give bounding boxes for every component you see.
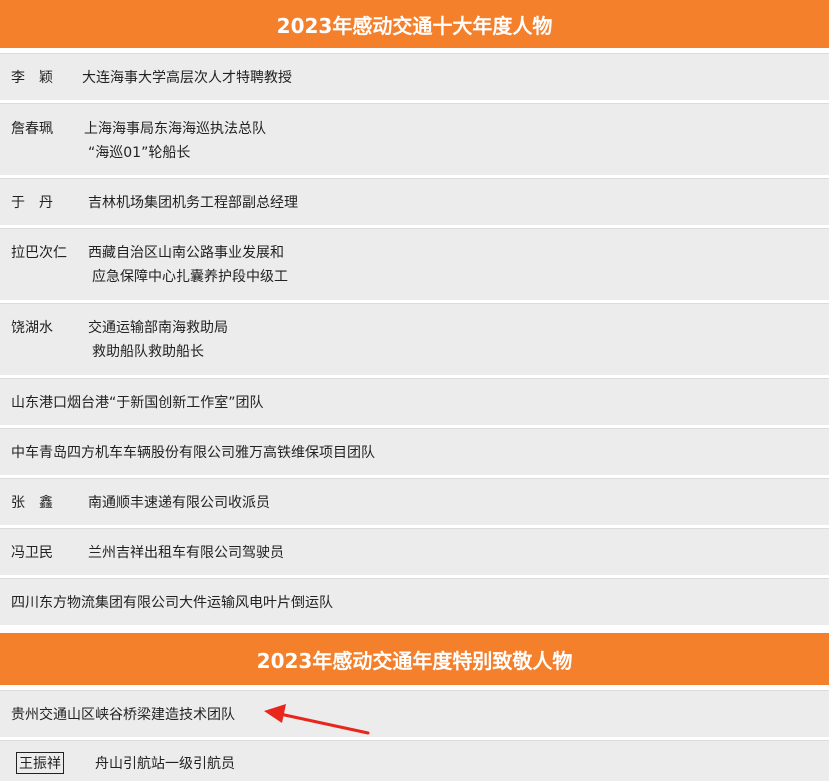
team-name: 贵州交通山区峡谷桥梁建造技术团队	[11, 707, 235, 723]
person-name: 饶湖水	[11, 320, 53, 336]
person-desc: 吉林机场集团机务工程部副总经理	[88, 195, 298, 211]
person-desc: 交通运输部南海救助局	[88, 320, 228, 336]
person-name: 张 鑫	[11, 495, 53, 511]
person-desc: 大连海事大学高层次人才特聘教授	[82, 70, 292, 86]
section2-title: 2023年感动交通年度特别致敬人物	[256, 648, 573, 673]
person-desc-line2: “海巡01”轮船长	[88, 145, 191, 161]
person-desc: 西藏自治区山南公路事业发展和	[88, 245, 284, 261]
list-item: 詹春珮 上海海事局东海海巡执法总队 “海巡01”轮船长	[0, 103, 829, 175]
team-name: 山东港口烟台港“于新国创新工作室”团队	[11, 395, 264, 411]
list-item: 贵州交通山区峡谷桥梁建造技术团队	[0, 690, 829, 737]
team-name: 中车青岛四方机车车辆股份有限公司雅万高铁维保项目团队	[11, 445, 375, 461]
list-item: 张 鑫 南通顺丰速递有限公司收派员	[0, 478, 829, 525]
list-item: 李 颖 大连海事大学高层次人才特聘教授	[0, 53, 829, 100]
list-item: 王振祥 舟山引航站一级引航员	[0, 740, 829, 781]
list-item: 冯卫民 兰州吉祥出租车有限公司驾驶员	[0, 528, 829, 575]
team-name: 四川东方物流集团有限公司大件运输风电叶片倒运队	[11, 595, 333, 611]
person-desc-line2: 救助船队救助船长	[92, 344, 204, 360]
person-name: 拉巴次仁	[11, 245, 67, 261]
section1-title: 2023年感动交通十大年度人物	[276, 13, 553, 38]
section2-title-banner: 2023年感动交通年度特别致敬人物	[0, 633, 829, 685]
person-name: 李 颖	[11, 70, 53, 86]
person-desc: 舟山引航站一级引航员	[95, 756, 235, 772]
person-name: 冯卫民	[11, 545, 53, 561]
list-item: 四川东方物流集团有限公司大件运输风电叶片倒运队	[0, 578, 829, 625]
list-item: 于 丹 吉林机场集团机务工程部副总经理	[0, 178, 829, 225]
person-name: 于 丹	[11, 195, 53, 211]
list-item: 山东港口烟台港“于新国创新工作室”团队	[0, 378, 829, 425]
person-name: 王振祥	[16, 752, 64, 774]
list-item: 拉巴次仁 西藏自治区山南公路事业发展和 应急保障中心扎囊养护段中级工	[0, 228, 829, 300]
list-item: 饶湖水 交通运输部南海救助局 救助船队救助船长	[0, 303, 829, 375]
list-item: 中车青岛四方机车车辆股份有限公司雅万高铁维保项目团队	[0, 428, 829, 475]
person-desc: 上海海事局东海海巡执法总队	[84, 121, 266, 137]
person-name: 詹春珮	[11, 121, 53, 137]
person-desc-line2: 应急保障中心扎囊养护段中级工	[92, 269, 288, 285]
person-desc: 兰州吉祥出租车有限公司驾驶员	[88, 545, 284, 561]
section1-title-banner: 2023年感动交通十大年度人物	[0, 0, 829, 48]
person-desc: 南通顺丰速递有限公司收派员	[88, 495, 270, 511]
